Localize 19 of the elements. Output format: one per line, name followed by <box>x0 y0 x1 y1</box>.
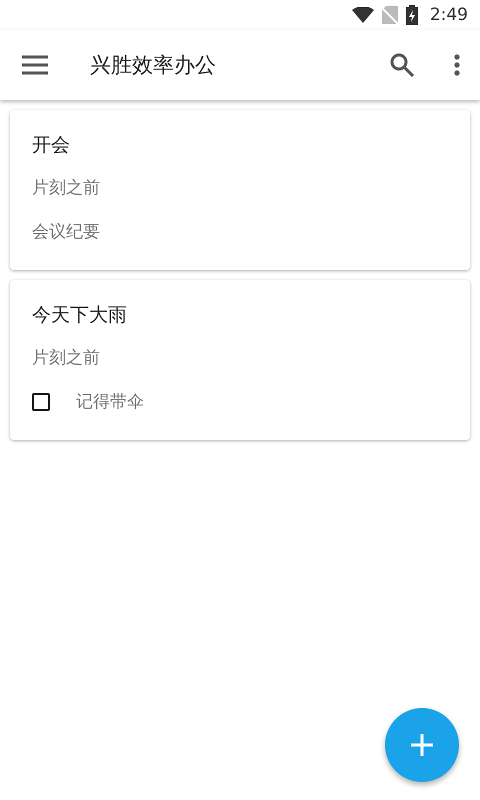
note-time: 片刻之前 <box>32 347 101 370</box>
wifi-icon <box>352 7 374 23</box>
search-button[interactable] <box>390 53 414 77</box>
note-title: 今天下大雨 <box>32 303 128 326</box>
battery-charging-icon <box>406 5 418 25</box>
status-time: 2:49 <box>430 5 468 25</box>
app-title: 兴胜效率办公 <box>90 52 217 79</box>
checkbox[interactable] <box>32 393 50 411</box>
add-button[interactable] <box>385 708 459 782</box>
note-time: 片刻之前 <box>32 177 101 200</box>
plus-icon <box>411 734 433 756</box>
checklist-item-text: 记得带伞 <box>76 391 144 414</box>
no-sim-icon <box>382 6 398 24</box>
note-card[interactable]: 今天下大雨 片刻之前 记得带伞 <box>10 280 470 440</box>
note-title: 开会 <box>32 133 71 156</box>
menu-button[interactable] <box>22 55 48 75</box>
more-button[interactable] <box>454 54 460 76</box>
note-text: 会议纪要 <box>32 221 101 244</box>
note-card[interactable]: 开会 片刻之前 会议纪要 <box>10 110 470 270</box>
